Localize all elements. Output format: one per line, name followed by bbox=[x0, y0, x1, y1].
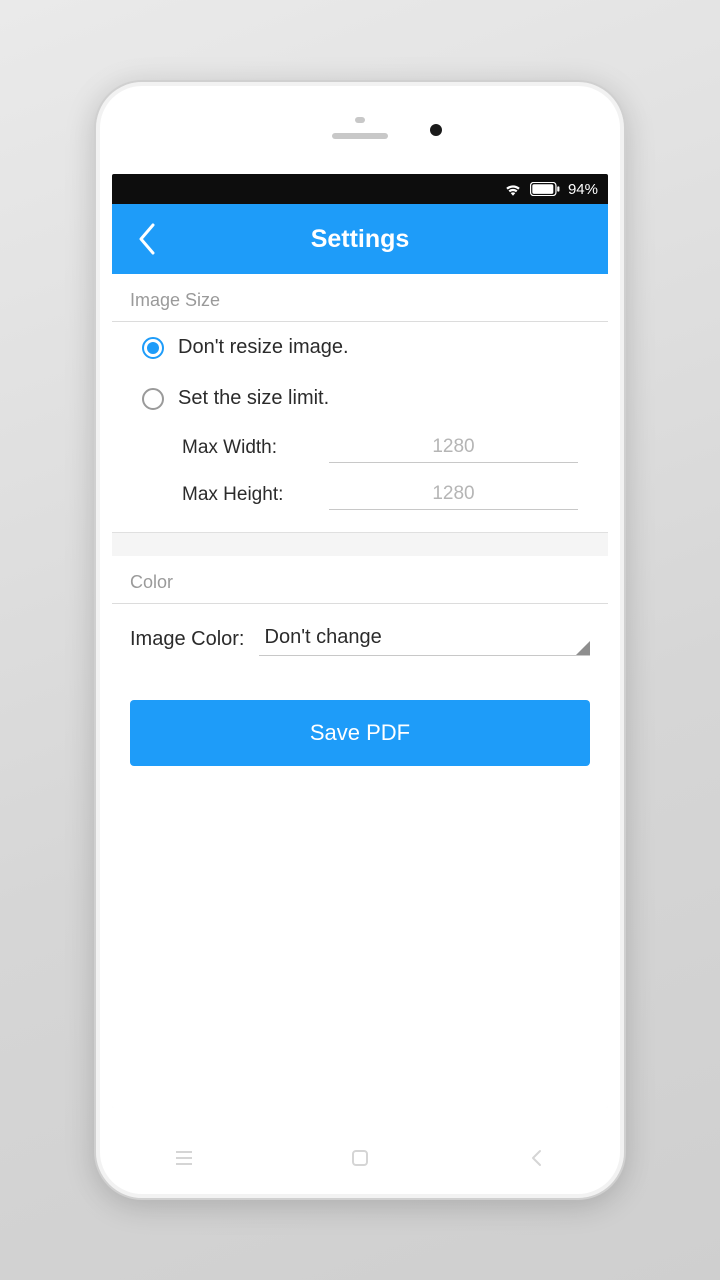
section-divider bbox=[112, 532, 608, 556]
image-color-value: Don't change bbox=[265, 626, 382, 648]
max-width-label: Max Width: bbox=[182, 437, 309, 459]
home-icon[interactable] bbox=[348, 1146, 372, 1170]
radio-icon bbox=[142, 388, 164, 410]
back-button[interactable] bbox=[122, 204, 172, 274]
battery-percent: 94% bbox=[568, 181, 598, 198]
phone-frame: 94% Settings Image Size Don't resize ima… bbox=[94, 80, 626, 1200]
app-bar: Settings bbox=[112, 204, 608, 274]
max-height-input[interactable] bbox=[329, 479, 578, 510]
phone-earpiece-area bbox=[96, 82, 624, 174]
screen: 94% Settings Image Size Don't resize ima… bbox=[112, 174, 608, 1108]
wifi-icon bbox=[504, 182, 522, 196]
section-header-image-size: Image Size bbox=[112, 274, 608, 322]
sensor-dot bbox=[355, 117, 365, 123]
status-bar: 94% bbox=[112, 174, 608, 204]
system-nav-bar bbox=[96, 1146, 624, 1170]
max-width-row: Max Width: bbox=[112, 424, 608, 471]
content-area: Image Size Don't resize image. Set the s… bbox=[112, 274, 608, 1108]
back-icon[interactable] bbox=[524, 1146, 548, 1170]
earpiece-slit bbox=[332, 133, 388, 139]
radio-label: Set the size limit. bbox=[178, 387, 329, 410]
front-camera-icon bbox=[430, 124, 442, 136]
radio-set-size-limit[interactable]: Set the size limit. bbox=[112, 373, 608, 424]
radio-label: Don't resize image. bbox=[178, 336, 349, 359]
max-height-label: Max Height: bbox=[182, 484, 309, 506]
max-width-input[interactable] bbox=[329, 432, 578, 463]
section-header-color: Color bbox=[112, 556, 608, 604]
radio-dont-resize[interactable]: Don't resize image. bbox=[112, 322, 608, 373]
chevron-left-icon bbox=[136, 222, 158, 256]
recent-apps-icon[interactable] bbox=[172, 1146, 196, 1170]
max-height-row: Max Height: bbox=[112, 471, 608, 532]
save-pdf-button[interactable]: Save PDF bbox=[130, 700, 590, 766]
image-color-row: Image Color: Don't change bbox=[112, 604, 608, 674]
page-title: Settings bbox=[112, 225, 608, 254]
battery-icon bbox=[530, 182, 560, 196]
image-color-select[interactable]: Don't change bbox=[259, 622, 591, 656]
image-color-label: Image Color: bbox=[130, 628, 245, 651]
radio-icon bbox=[142, 337, 164, 359]
